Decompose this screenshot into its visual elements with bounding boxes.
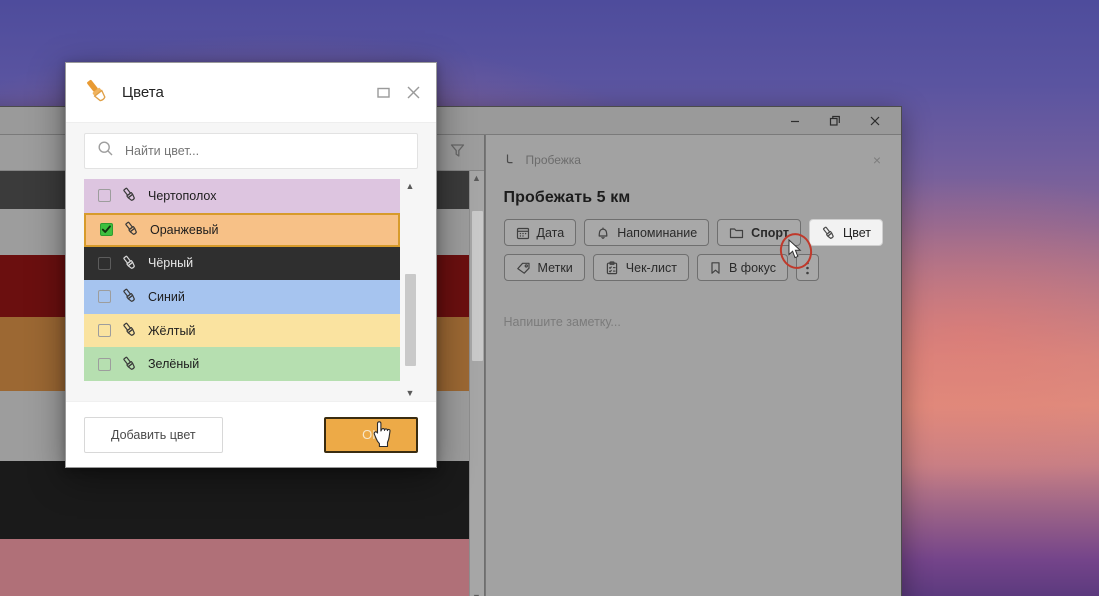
- color-list-item[interactable]: Чёрный: [84, 246, 400, 281]
- ok-button[interactable]: ОК: [324, 416, 418, 453]
- mouse-cursor-icon: [372, 420, 394, 452]
- color-checkbox[interactable]: [98, 357, 111, 371]
- brush-icon: [121, 321, 138, 340]
- chip-label: Чек-лист: [625, 260, 677, 275]
- brush-icon: [121, 254, 138, 273]
- more-vertical-icon: [805, 260, 810, 276]
- color-name-label: Чертополох: [148, 188, 217, 203]
- color-name-label: Зелёный: [148, 357, 200, 372]
- color-name-label: Синий: [148, 289, 185, 304]
- chip-Цвет[interactable]: Цвет: [808, 219, 883, 246]
- maximize-icon[interactable]: [376, 85, 391, 100]
- scroll-up-icon[interactable]: ▲: [406, 182, 415, 191]
- search-input[interactable]: [125, 144, 405, 158]
- minimize-icon[interactable]: [775, 108, 815, 134]
- paintbrush-icon: [82, 76, 110, 109]
- brush-icon: [123, 220, 140, 239]
- bell-icon: [596, 226, 610, 240]
- color-list-section[interactable]: Чертополох Оранжевый Чёрный Синий Жёлтый…: [66, 179, 436, 401]
- chip-label: Напоминание: [617, 225, 698, 240]
- task-attribute-chips[interactable]: Дата Напоминание Спорт Цвет Метки Чек-лист В …: [486, 207, 901, 281]
- list-icon: [504, 153, 516, 168]
- filter-icon[interactable]: [449, 142, 466, 164]
- detail-close-icon[interactable]: ×: [873, 153, 885, 167]
- chip-row-2[interactable]: Метки Чек-лист В фокус: [503, 254, 883, 281]
- brush-icon: [121, 186, 138, 205]
- chip-label: Метки: [537, 260, 573, 275]
- chip-label: В фокус: [728, 260, 776, 275]
- color-checkbox[interactable]: [98, 256, 111, 270]
- folder-icon: [729, 226, 744, 240]
- color-name-label: Оранжевый: [150, 222, 219, 237]
- task-list-row[interactable]: [0, 539, 484, 596]
- checklist-icon: [605, 260, 619, 275]
- task-list-row[interactable]: [0, 461, 484, 539]
- restore-icon[interactable]: [815, 108, 855, 134]
- close-icon[interactable]: [855, 108, 895, 134]
- task-list-scrollbar[interactable]: ▲ ▼: [468, 171, 484, 596]
- color-list-item[interactable]: Жёлтый: [84, 313, 400, 348]
- calendar-icon: [516, 226, 530, 240]
- chip-Метки[interactable]: Метки: [503, 254, 585, 281]
- close-icon[interactable]: [405, 84, 422, 101]
- breadcrumb-label: Пробежка: [525, 153, 581, 167]
- search-icon: [97, 140, 114, 162]
- dialog-search-section[interactable]: [66, 123, 436, 179]
- color-list-item[interactable]: Зелёный: [84, 347, 400, 381]
- scroll-up-icon[interactable]: ▲: [472, 174, 481, 183]
- color-checkbox[interactable]: [98, 324, 111, 338]
- chip-more[interactable]: [795, 254, 819, 281]
- chip-row-1[interactable]: Дата Напоминание Спорт Цвет: [503, 219, 883, 246]
- chip-label: Цвет: [842, 225, 871, 240]
- colors-dialog[interactable]: Цвета Найти цвет... Чертополох Оранжевый…: [65, 62, 437, 468]
- scroll-down-icon[interactable]: ▼: [406, 389, 415, 398]
- color-list-item[interactable]: Оранжевый: [84, 212, 400, 247]
- color-list[interactable]: Чертополох Оранжевый Чёрный Синий Жёлтый…: [84, 179, 418, 401]
- search-box[interactable]: [84, 133, 418, 169]
- chip-label: Дата: [536, 225, 565, 240]
- bookmark-icon: [709, 261, 722, 275]
- chip-Дата[interactable]: Дата: [503, 219, 577, 246]
- dialog-title: Цвета: [122, 84, 164, 101]
- scrollbar-thumb[interactable]: [471, 211, 483, 361]
- color-name-label: Чёрный: [148, 256, 194, 271]
- brush-icon: [121, 287, 138, 306]
- brush-icon: [121, 355, 138, 374]
- add-color-button[interactable]: Добавить цвет: [84, 416, 223, 453]
- chip-label: Спорт: [751, 225, 789, 240]
- chip-Напоминание[interactable]: Напоминание: [584, 219, 710, 246]
- breadcrumb[interactable]: Пробежка ×: [486, 135, 901, 173]
- color-list-item[interactable]: Синий: [84, 280, 400, 314]
- color-checkbox[interactable]: [100, 223, 113, 237]
- brush-icon: [821, 225, 836, 240]
- chip-Чек-лист[interactable]: Чек-лист: [592, 254, 689, 281]
- page-title: Пробежать 5 км: [503, 189, 631, 206]
- chip-Спорт[interactable]: Спорт: [717, 219, 801, 246]
- dialog-titlebar[interactable]: Цвета: [66, 63, 436, 123]
- dialog-window-controls[interactable]: [376, 84, 422, 101]
- tag-icon: [516, 261, 531, 275]
- dialog-footer[interactable]: Добавить цвет ОК: [66, 401, 436, 467]
- color-name-label: Жёлтый: [148, 323, 196, 338]
- note-input-placeholder[interactable]: Напишите заметку...: [486, 289, 901, 329]
- color-checkbox[interactable]: [98, 290, 111, 304]
- task-detail-pane[interactable]: Пробежка × Пробежать 5 км Дата Напоминани…: [484, 135, 901, 596]
- color-list-item[interactable]: Чертополох: [84, 179, 400, 213]
- color-list-scrollbar[interactable]: ▲ ▼: [402, 179, 418, 401]
- scrollbar-thumb[interactable]: [405, 274, 416, 366]
- color-checkbox[interactable]: [98, 189, 111, 203]
- chip-В фокус[interactable]: В фокус: [696, 254, 788, 281]
